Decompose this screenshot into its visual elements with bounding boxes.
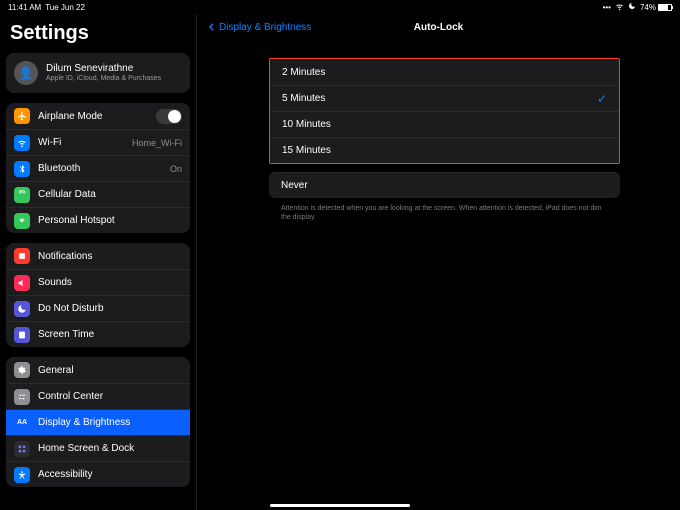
bluetooth-value: On bbox=[170, 164, 182, 174]
sidebar: Settings 👤 Dilum Senevirathne Apple ID, … bbox=[0, 14, 197, 510]
sidebar-item-home[interactable]: Home Screen & Dock bbox=[6, 435, 190, 461]
wifi-icon bbox=[14, 135, 30, 151]
wifi-value: Home_Wi-Fi bbox=[132, 138, 182, 148]
option-label: 5 Minutes bbox=[282, 93, 325, 104]
autolock-options: 2 Minutes 5 Minutes ✓ 10 Minutes 15 Minu… bbox=[269, 58, 620, 164]
sidebar-item-wifi[interactable]: Wi-Fi Home_Wi-Fi bbox=[6, 129, 190, 155]
general-label: General bbox=[38, 365, 182, 376]
option-10min[interactable]: 10 Minutes bbox=[270, 111, 619, 137]
sidebar-item-screentime[interactable]: Screen Time bbox=[6, 321, 190, 347]
profile-name: Dilum Senevirathne bbox=[46, 63, 161, 75]
bluetooth-icon bbox=[14, 161, 30, 177]
battery-indicator: 74% bbox=[640, 3, 672, 12]
settings-title: Settings bbox=[6, 18, 190, 53]
home-label: Home Screen & Dock bbox=[38, 443, 182, 454]
option-label: 2 Minutes bbox=[282, 67, 325, 78]
status-date: Tue Jun 22 bbox=[45, 3, 85, 12]
profile-sub: Apple ID, iCloud, Media & Purchases bbox=[46, 75, 161, 83]
home-indicator[interactable] bbox=[270, 504, 410, 507]
wifi-label: Wi-Fi bbox=[38, 137, 124, 148]
notifications-label: Notifications bbox=[38, 251, 182, 262]
option-label: Never bbox=[281, 180, 308, 191]
profile-row[interactable]: 👤 Dilum Senevirathne Apple ID, iCloud, M… bbox=[6, 53, 190, 93]
option-2min[interactable]: 2 Minutes bbox=[270, 59, 619, 85]
sidebar-item-dnd[interactable]: Do Not Disturb bbox=[6, 295, 190, 321]
main-pane: Display & Brightness Auto-Lock 2 Minutes… bbox=[197, 14, 680, 510]
sidebar-item-airplane[interactable]: Airplane Mode bbox=[6, 103, 190, 129]
bluetooth-label: Bluetooth bbox=[38, 163, 162, 174]
checkmark-icon: ✓ bbox=[597, 92, 607, 106]
home-icon bbox=[14, 441, 30, 457]
sidebar-item-display[interactable]: AA Display & Brightness bbox=[6, 409, 190, 435]
dnd-settings-icon bbox=[14, 301, 30, 317]
profile-group: 👤 Dilum Senevirathne Apple ID, iCloud, M… bbox=[6, 53, 190, 93]
footer-note: Attention is detected when you are looki… bbox=[269, 198, 620, 222]
hotspot-label: Personal Hotspot bbox=[38, 215, 182, 226]
accessibility-icon bbox=[14, 467, 30, 483]
sidebar-item-accessibility[interactable]: Accessibility bbox=[6, 461, 190, 487]
control-center-icon bbox=[14, 389, 30, 405]
accessibility-label: Accessibility bbox=[38, 469, 182, 480]
back-label: Display & Brightness bbox=[219, 22, 311, 33]
cellular-label: Cellular Data bbox=[38, 189, 182, 200]
sidebar-item-bluetooth[interactable]: Bluetooth On bbox=[6, 155, 190, 181]
wifi-icon bbox=[615, 2, 624, 13]
system-group: General Control Center AA Display & Brig… bbox=[6, 357, 190, 487]
alerts-group: Notifications Sounds Do Not Disturb Scre… bbox=[6, 243, 190, 347]
screentime-icon bbox=[14, 327, 30, 343]
option-never[interactable]: Never bbox=[269, 172, 620, 198]
connectivity-group: Airplane Mode Wi-Fi Home_Wi-Fi Bluetooth… bbox=[6, 103, 190, 233]
sidebar-item-sounds[interactable]: Sounds bbox=[6, 269, 190, 295]
airplane-icon bbox=[14, 108, 30, 124]
notifications-icon bbox=[14, 248, 30, 264]
sidebar-item-general[interactable]: General bbox=[6, 357, 190, 383]
option-5min[interactable]: 5 Minutes ✓ bbox=[270, 85, 619, 111]
sidebar-item-hotspot[interactable]: Personal Hotspot bbox=[6, 207, 190, 233]
hotspot-icon bbox=[14, 213, 30, 229]
sounds-label: Sounds bbox=[38, 277, 182, 288]
screentime-label: Screen Time bbox=[38, 329, 182, 340]
battery-pct: 74% bbox=[640, 3, 656, 12]
airplane-toggle[interactable] bbox=[156, 109, 182, 124]
general-icon bbox=[14, 362, 30, 378]
airplane-label: Airplane Mode bbox=[38, 111, 148, 122]
cellular-icon bbox=[14, 187, 30, 203]
status-time: 11:41 AM bbox=[8, 3, 41, 12]
sounds-icon bbox=[14, 275, 30, 291]
option-15min[interactable]: 15 Minutes bbox=[270, 137, 619, 163]
sidebar-item-notifications[interactable]: Notifications bbox=[6, 243, 190, 269]
option-label: 15 Minutes bbox=[282, 145, 331, 156]
control-center-label: Control Center bbox=[38, 391, 182, 402]
sidebar-item-control-center[interactable]: Control Center bbox=[6, 383, 190, 409]
option-label: 10 Minutes bbox=[282, 119, 331, 130]
display-label: Display & Brightness bbox=[38, 417, 182, 428]
signal-icon: ••• bbox=[603, 3, 611, 12]
nav-bar: Display & Brightness Auto-Lock bbox=[197, 14, 680, 40]
display-icon: AA bbox=[14, 415, 30, 431]
back-button[interactable]: Display & Brightness bbox=[207, 22, 311, 33]
dnd-label: Do Not Disturb bbox=[38, 303, 182, 314]
dnd-icon bbox=[628, 2, 636, 12]
sidebar-item-cellular[interactable]: Cellular Data bbox=[6, 181, 190, 207]
status-bar: 11:41 AM Tue Jun 22 ••• 74% bbox=[0, 0, 680, 14]
avatar: 👤 bbox=[14, 61, 38, 85]
